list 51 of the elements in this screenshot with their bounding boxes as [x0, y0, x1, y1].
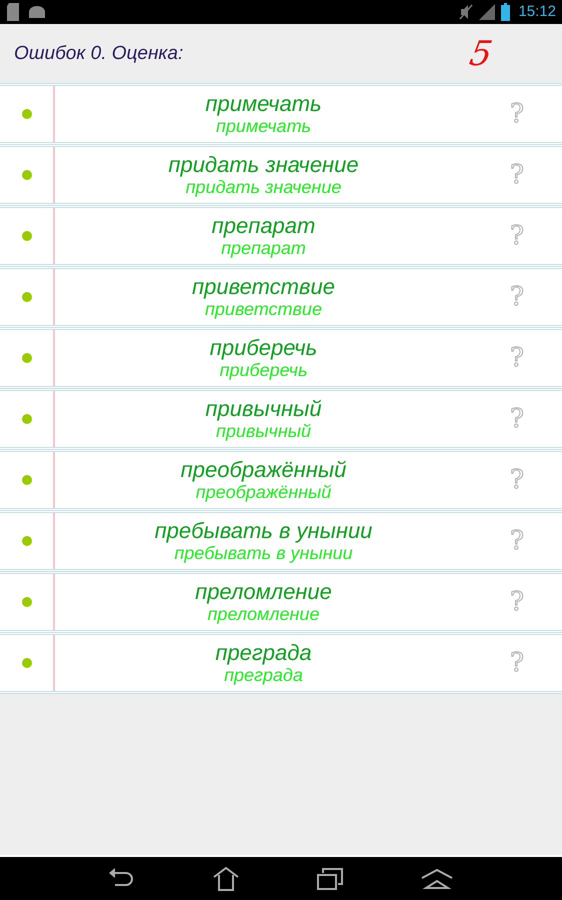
word: приберечь [210, 335, 318, 360]
answer: примечать [216, 116, 312, 137]
menu-icon[interactable] [421, 868, 453, 888]
word: примечать [205, 91, 322, 116]
answer: преломление [208, 604, 320, 625]
answer: придать значение [186, 177, 342, 198]
answer: препарат [221, 238, 306, 259]
bullet-dot [22, 109, 32, 119]
bullet-dot [22, 414, 32, 424]
hint-button[interactable]: ? [472, 635, 562, 691]
android-icon [28, 6, 46, 18]
hint-button[interactable]: ? [472, 269, 562, 325]
home-icon[interactable] [213, 866, 239, 890]
battery-icon [501, 3, 510, 21]
grade: 5 [466, 32, 496, 76]
hint-button[interactable]: ? [472, 147, 562, 203]
bullet-dot [22, 353, 32, 363]
bullet-dot [22, 597, 32, 607]
sd-card-icon [6, 3, 22, 21]
muted-icon [459, 4, 474, 20]
hint-button[interactable]: ? [472, 513, 562, 569]
answer: пребывать в унынии [174, 543, 353, 564]
bullet-dot [22, 170, 32, 180]
clock: 15:12 [518, 2, 556, 22]
answer: преграда [224, 665, 303, 686]
hint-button[interactable]: ? [472, 452, 562, 508]
word: преломление [195, 579, 332, 604]
word: приветствие [192, 274, 335, 300]
recent-apps-icon[interactable] [317, 868, 343, 890]
hint-button[interactable]: ? [472, 330, 562, 386]
hint-button[interactable]: ? [472, 574, 562, 630]
answer: привычный [216, 421, 312, 442]
word: пребывать в унынии [154, 518, 372, 544]
word: придать значение [168, 152, 359, 178]
answer: приветствие [205, 299, 322, 320]
bullet-dot [22, 658, 32, 668]
answer: приберечь [220, 360, 308, 381]
word: преображённый [180, 457, 346, 482]
word: преграда [215, 640, 312, 666]
bullet-dot [22, 475, 32, 485]
score-summary: Ошибок 0. Оценка: [14, 42, 184, 66]
bullet-dot [22, 292, 32, 302]
answer: преображённый [196, 482, 332, 503]
bullet-dot [22, 536, 32, 546]
hint-button[interactable]: ? [472, 208, 562, 264]
word: привычный [205, 396, 322, 422]
word: препарат [212, 213, 316, 238]
hint-button[interactable]: ? [472, 391, 562, 447]
signal-icon [479, 4, 496, 20]
bullet-dot [22, 231, 32, 241]
hint-button[interactable]: ? [472, 86, 562, 142]
